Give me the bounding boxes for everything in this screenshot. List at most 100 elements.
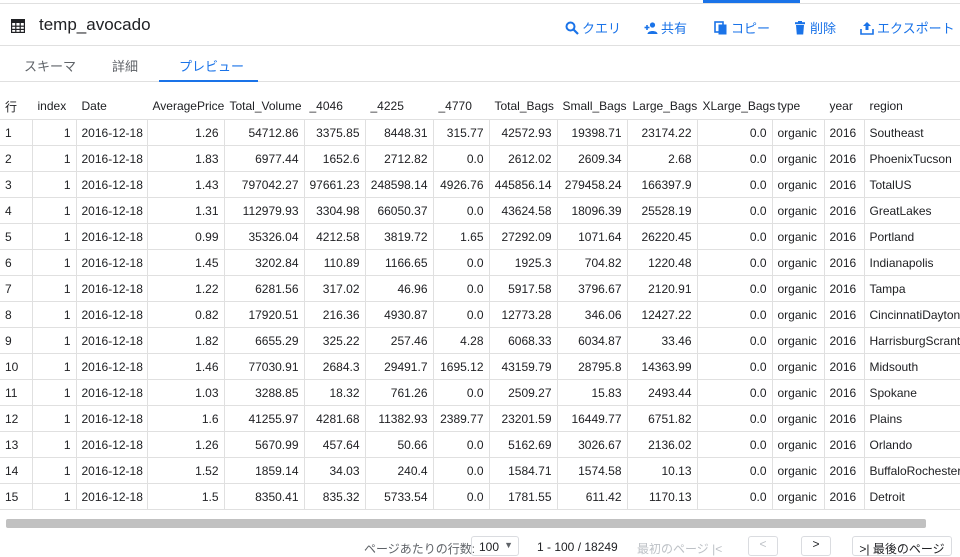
table-cell: 0.0 bbox=[696, 353, 772, 380]
table-cell: 0.0 bbox=[696, 379, 772, 406]
table-cell: 26220.45 bbox=[626, 223, 697, 250]
tab-details[interactable]: 詳細 bbox=[112, 56, 138, 75]
table-row[interactable]: 15 1 2016-12-18 1.5 8350.41 835.32 5733.54 0.0 1… bbox=[0, 483, 960, 510]
table-cell: 112979.93 bbox=[223, 197, 304, 224]
table-cell: BuffaloRochester bbox=[863, 457, 960, 484]
table-cell: 0.0 bbox=[432, 249, 489, 276]
table-cell: 43624.58 bbox=[488, 197, 557, 224]
next-page-button[interactable]: > bbox=[801, 536, 831, 556]
column-header: 行 bbox=[0, 93, 32, 120]
prev-page-button[interactable]: < bbox=[748, 536, 778, 556]
table-cell: Plains bbox=[863, 405, 960, 432]
table-cell: 2016 bbox=[823, 249, 864, 276]
table-cell: 8448.31 bbox=[364, 119, 433, 146]
table-cell: 2 bbox=[0, 145, 32, 172]
table-cell: 1574.58 bbox=[556, 457, 627, 484]
table-cell: 41255.97 bbox=[223, 405, 304, 432]
column-header: type bbox=[772, 93, 824, 120]
table-cell: 1.03 bbox=[146, 379, 224, 406]
table-cell: 2016 bbox=[823, 301, 864, 328]
table-cell: 2612.02 bbox=[488, 145, 557, 172]
first-page-label: 最初のページ bbox=[637, 542, 709, 556]
table-cell: organic bbox=[771, 431, 824, 458]
table-cell: 19398.71 bbox=[556, 119, 627, 146]
column-header: _4225 bbox=[365, 93, 433, 120]
table-row[interactable]: 11 1 2016-12-18 1.03 3288.85 18.32 761.26 0.0 25… bbox=[0, 379, 960, 406]
column-header: Date bbox=[76, 93, 147, 120]
table-cell: 2016 bbox=[823, 327, 864, 354]
table-cell: 15.83 bbox=[556, 379, 627, 406]
table-cell: 1.65 bbox=[432, 223, 489, 250]
table-cell: 257.46 bbox=[364, 327, 433, 354]
table-cell: 17920.51 bbox=[223, 301, 304, 328]
column-header: region bbox=[864, 93, 960, 120]
table-row[interactable]: 7 1 2016-12-18 1.22 6281.56 317.02 46.96 0.0 591… bbox=[0, 275, 960, 302]
last-page-label: 最後のページ bbox=[872, 542, 945, 556]
table-cell: 2016 bbox=[823, 197, 864, 224]
table-cell: 15 bbox=[0, 483, 32, 510]
table-cell: 1 bbox=[31, 223, 76, 250]
copy-button[interactable]: コピー bbox=[714, 18, 770, 37]
rows-per-page-select[interactable]: 100 ▼ bbox=[471, 536, 519, 556]
table-cell: 761.26 bbox=[364, 379, 433, 406]
table-cell: 1.43 bbox=[146, 171, 224, 198]
table-row[interactable]: 9 1 2016-12-18 1.82 6655.29 325.22 257.46 4.28 6… bbox=[0, 327, 960, 354]
last-page-button[interactable]: >| 最後のページ bbox=[852, 536, 952, 556]
table-cell: 1.31 bbox=[146, 197, 224, 224]
table-cell: 23174.22 bbox=[626, 119, 697, 146]
table-cell: 1 bbox=[31, 483, 76, 510]
table-cell: 2.68 bbox=[626, 145, 697, 172]
table-cell: Spokane bbox=[863, 379, 960, 406]
table-cell: 248598.14 bbox=[364, 171, 433, 198]
tab-schema[interactable]: スキーマ bbox=[24, 56, 76, 75]
table-cell: CincinnatiDayton bbox=[863, 301, 960, 328]
share-button[interactable]: 共有 bbox=[644, 18, 687, 37]
table-cell: 14 bbox=[0, 457, 32, 484]
table-row[interactable]: 14 1 2016-12-18 1.52 1859.14 34.03 240.4 0.0 158… bbox=[0, 457, 960, 484]
table-cell: 12773.28 bbox=[488, 301, 557, 328]
table-cell: HarrisburgScranton bbox=[863, 327, 960, 354]
table-row[interactable]: 12 1 2016-12-18 1.6 41255.97 4281.68 11382.93 2… bbox=[0, 405, 960, 432]
table-row[interactable]: 6 1 2016-12-18 1.45 3202.84 110.89 1166.65 0.0 1… bbox=[0, 249, 960, 276]
table-row[interactable]: 1 1 2016-12-18 1.26 54712.86 3375.85 8448.31 31… bbox=[0, 119, 960, 146]
table-cell: 611.42 bbox=[556, 483, 627, 510]
table-row[interactable]: 5 1 2016-12-18 0.99 35326.04 4212.58 3819.72 1.… bbox=[0, 223, 960, 250]
table-cell: 28795.8 bbox=[556, 353, 627, 380]
table-cell: organic bbox=[771, 327, 824, 354]
table-cell: 1652.6 bbox=[303, 145, 365, 172]
table-cell: 33.46 bbox=[626, 327, 697, 354]
delete-button[interactable]: 削除 bbox=[793, 18, 836, 37]
table-cell: 0.0 bbox=[696, 275, 772, 302]
table-cell: 4212.58 bbox=[303, 223, 365, 250]
table-icon bbox=[11, 19, 25, 33]
table-row[interactable]: 3 1 2016-12-18 1.43 797042.27 97661.23 248598.… bbox=[0, 171, 960, 198]
table-cell: organic bbox=[771, 457, 824, 484]
table-cell: 110.89 bbox=[303, 249, 365, 276]
last-page-icon: >| bbox=[859, 542, 873, 556]
table-row[interactable]: 13 1 2016-12-18 1.26 5670.99 457.64 50.66 0.0 51… bbox=[0, 431, 960, 458]
copy-icon bbox=[714, 20, 727, 34]
table-row[interactable]: 2 1 2016-12-18 1.83 6977.44 1652.6 2712.82 0.0 2… bbox=[0, 145, 960, 172]
table-cell: 18.32 bbox=[303, 379, 365, 406]
table-cell: 166397.9 bbox=[626, 171, 697, 198]
first-page-button[interactable]: 最初のページ |< bbox=[637, 540, 722, 557]
column-header: Small_Bags bbox=[557, 93, 627, 120]
table-cell: 2016 bbox=[823, 145, 864, 172]
table-cell: 3202.84 bbox=[223, 249, 304, 276]
tab-preview[interactable]: プレビュー bbox=[179, 56, 244, 75]
table-cell: 66050.37 bbox=[364, 197, 433, 224]
table-cell: 2016-12-18 bbox=[75, 405, 147, 432]
table-cell: 1695.12 bbox=[432, 353, 489, 380]
horizontal-scrollbar[interactable] bbox=[6, 519, 926, 528]
table-cell: 1.52 bbox=[146, 457, 224, 484]
query-button[interactable]: クエリ bbox=[565, 18, 621, 37]
table-cell: 2016-12-18 bbox=[75, 223, 147, 250]
table-row[interactable]: 8 1 2016-12-18 0.82 17920.51 216.36 4930.87 0.0… bbox=[0, 301, 960, 328]
table-cell: 2389.77 bbox=[432, 405, 489, 432]
table-row[interactable]: 4 1 2016-12-18 1.31 112979.93 3304.98 66050.37… bbox=[0, 197, 960, 224]
export-button[interactable]: エクスポート bbox=[860, 18, 955, 37]
table-row[interactable]: 10 1 2016-12-18 1.46 77030.91 2684.3 29491.7 16… bbox=[0, 353, 960, 380]
table-cell: 2016-12-18 bbox=[75, 353, 147, 380]
table-cell: 43159.79 bbox=[488, 353, 557, 380]
table-cell: organic bbox=[771, 353, 824, 380]
